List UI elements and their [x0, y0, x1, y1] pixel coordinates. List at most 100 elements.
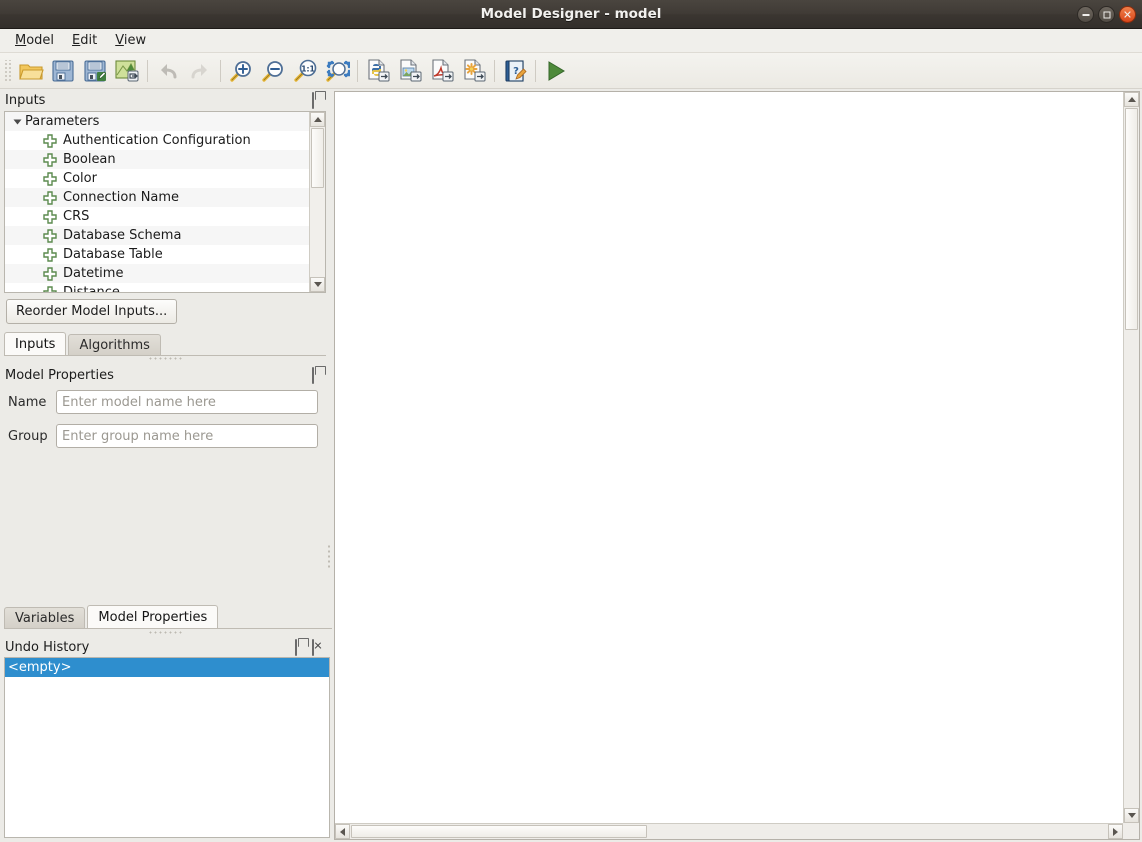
menu-edit[interactable]: Edit	[63, 31, 106, 50]
inputs-tree-rows: Parameters Authentication Configuration …	[5, 112, 309, 292]
title-bar: Model Designer - model ✕	[0, 0, 1142, 29]
menu-model[interactable]: Model	[6, 31, 63, 50]
left-dock-column: Inputs Parameters Authentication Configu…	[0, 89, 330, 842]
scroll-up-icon[interactable]	[1124, 92, 1139, 107]
export-svg-icon[interactable]	[458, 55, 490, 87]
model-name-label: Name	[4, 395, 56, 410]
toolbar-separator	[220, 60, 221, 82]
save-in-project-icon[interactable]	[111, 55, 143, 87]
scrollbar-thumb[interactable]	[351, 825, 647, 838]
scroll-right-icon[interactable]	[1108, 824, 1123, 839]
export-pdf-icon[interactable]	[426, 55, 458, 87]
model-group-input[interactable]	[56, 424, 318, 448]
toolbar-separator	[357, 60, 358, 82]
zoom-actual-icon[interactable]: 1:1	[289, 55, 321, 87]
window-controls: ✕	[1077, 6, 1136, 23]
tree-group-label: Parameters	[25, 114, 99, 129]
inputs-tree-scrollbar[interactable]	[309, 112, 325, 292]
zoom-full-icon[interactable]	[321, 55, 353, 87]
undo-history-list[interactable]: <empty>	[4, 657, 330, 838]
model-name-input[interactable]	[56, 390, 318, 414]
minimize-button[interactable]	[1077, 6, 1094, 23]
undo-history-title: Undo History	[5, 640, 292, 655]
toolbar-separator	[147, 60, 148, 82]
tab-variables[interactable]: Variables	[4, 607, 85, 628]
zoom-out-icon[interactable]	[257, 55, 289, 87]
model-group-label: Group	[4, 429, 56, 444]
undock-icon[interactable]	[312, 93, 326, 107]
tree-item-distance[interactable]: Distance	[5, 283, 309, 292]
add-parameter-icon	[43, 248, 57, 262]
inputs-tree[interactable]: Parameters Authentication Configuration …	[4, 111, 326, 293]
tab-inputs[interactable]: Inputs	[4, 332, 66, 355]
canvas-vertical-scrollbar[interactable]	[1123, 92, 1139, 823]
tree-item-color[interactable]: Color	[5, 169, 309, 188]
tab-model-properties[interactable]: Model Properties	[87, 605, 218, 628]
model-canvas-surface[interactable]	[335, 92, 1123, 823]
add-parameter-icon	[43, 210, 57, 224]
tree-item-label: Authentication Configuration	[63, 133, 251, 148]
tree-item-label: Connection Name	[63, 190, 179, 205]
scroll-left-icon[interactable]	[335, 824, 350, 839]
model-group-row: Group	[4, 423, 318, 449]
list-item[interactable]: <empty>	[5, 658, 329, 677]
export-python-icon[interactable]	[362, 55, 394, 87]
reorder-inputs-row: Reorder Model Inputs...	[6, 299, 330, 324]
save-as-icon[interactable]	[79, 55, 111, 87]
model-designer-window: Model Designer - model ✕ Model Edit View	[0, 0, 1142, 842]
reorder-model-inputs-button[interactable]: Reorder Model Inputs...	[6, 299, 177, 324]
scroll-down-icon[interactable]	[310, 277, 325, 292]
redo-icon[interactable]	[184, 55, 216, 87]
add-parameter-icon	[43, 229, 57, 243]
tree-item-connection-name[interactable]: Connection Name	[5, 188, 309, 207]
maximize-button[interactable]	[1098, 6, 1115, 23]
scrollbar-thumb[interactable]	[1125, 108, 1138, 330]
tree-item-authentication-configuration[interactable]: Authentication Configuration	[5, 131, 309, 150]
undock-icon[interactable]	[312, 368, 326, 382]
window-title: Model Designer - model	[0, 0, 1142, 29]
inputs-panel-header: Inputs	[0, 89, 330, 111]
tree-item-crs[interactable]: CRS	[5, 207, 309, 226]
tree-item-database-table[interactable]: Database Table	[5, 245, 309, 264]
add-parameter-icon	[43, 134, 57, 148]
add-parameter-icon	[43, 267, 57, 281]
close-icon[interactable]	[312, 640, 326, 654]
tree-item-datetime[interactable]: Datetime	[5, 264, 309, 283]
menu-view[interactable]: View	[106, 31, 155, 50]
inputs-panel-title: Inputs	[5, 93, 309, 108]
scroll-up-icon[interactable]	[310, 112, 325, 127]
scroll-down-icon[interactable]	[1124, 808, 1139, 823]
toolbar-separator	[535, 60, 536, 82]
close-button[interactable]: ✕	[1119, 6, 1136, 23]
tree-item-label: Boolean	[63, 152, 116, 167]
panel-splitter-handle[interactable]	[148, 356, 182, 362]
scrollbar-thumb[interactable]	[311, 128, 324, 188]
undo-icon[interactable]	[152, 55, 184, 87]
svg-text:1:1: 1:1	[301, 64, 314, 73]
tree-group-parameters[interactable]: Parameters	[5, 112, 309, 131]
add-parameter-icon	[43, 153, 57, 167]
tree-item-label: Database Table	[63, 247, 163, 262]
tree-item-boolean[interactable]: Boolean	[5, 150, 309, 169]
open-folder-icon[interactable]	[15, 55, 47, 87]
menu-bar: Model Edit View	[0, 29, 1142, 53]
chevron-down-icon[interactable]	[9, 118, 25, 126]
canvas-horizontal-scrollbar[interactable]	[335, 823, 1123, 839]
model-properties-header: Model Properties	[0, 364, 330, 386]
run-model-icon[interactable]	[540, 55, 572, 87]
tab-algorithms[interactable]: Algorithms	[68, 334, 160, 355]
tree-item-label: Distance	[63, 285, 120, 292]
zoom-in-icon[interactable]	[225, 55, 257, 87]
tree-item-database-schema[interactable]: Database Schema	[5, 226, 309, 245]
add-parameter-icon	[43, 191, 57, 205]
edit-help-icon[interactable]: ?	[499, 55, 531, 87]
toolbar-separator	[494, 60, 495, 82]
tree-item-label: CRS	[63, 209, 89, 224]
undo-history-header: Undo History	[0, 636, 330, 658]
export-image-icon[interactable]	[394, 55, 426, 87]
model-canvas-area	[332, 89, 1142, 842]
undock-icon[interactable]	[295, 640, 309, 654]
save-icon[interactable]	[47, 55, 79, 87]
model-canvas[interactable]	[334, 91, 1140, 840]
toolbar-grip[interactable]	[3, 60, 12, 82]
